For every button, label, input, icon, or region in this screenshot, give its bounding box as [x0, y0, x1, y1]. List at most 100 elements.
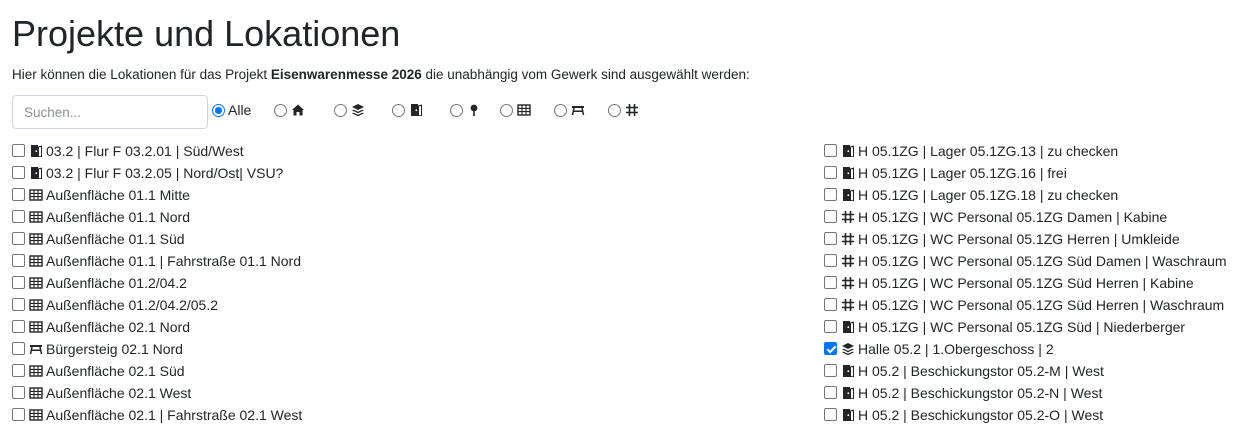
project-name: Eisenwarenmesse 2026 [270, 67, 422, 82]
location-label: H 05.1ZG | Lager 05.1ZG.18 | zu checken [858, 187, 1119, 203]
search-input[interactable] [12, 95, 208, 129]
house-icon [292, 104, 304, 116]
location-checkbox[interactable] [12, 386, 25, 399]
door-icon [843, 409, 854, 421]
intro-text-after: die unabhängig vom Gewerk sind ausgewähl… [421, 67, 750, 82]
location-label: H 05.2 | Beschickungstor 05.2-N | West [858, 385, 1103, 401]
filter-option-grid[interactable] [500, 101, 531, 119]
location-label: Außenfläche 01.1 Nord [46, 209, 190, 225]
intro-text: Hier können die Lokationen für das Proje… [12, 66, 750, 84]
location-checkbox[interactable] [12, 166, 25, 179]
filter-option-door[interactable] [392, 101, 423, 119]
location-checkbox[interactable] [12, 298, 25, 311]
filter-radio[interactable] [274, 103, 287, 117]
filter-label: Alle [228, 102, 252, 118]
grid-icon [29, 255, 43, 267]
location-label: Außenfläche 01.1 Mitte [46, 187, 190, 203]
filter-icon-wrap [351, 103, 365, 117]
filter-radio[interactable] [212, 103, 225, 117]
grid-icon [29, 409, 43, 421]
pin-icon [470, 104, 478, 116]
door-icon [31, 167, 42, 179]
location-checkbox[interactable] [12, 188, 25, 201]
location-checkbox[interactable] [824, 144, 837, 157]
location-label: Halle 05.2 | 1.Obergeschoss | 2 [858, 341, 1054, 357]
filter-icon-wrap [467, 103, 481, 117]
location-checkbox[interactable] [12, 254, 25, 267]
location-checkbox[interactable] [824, 254, 837, 267]
location-checkbox[interactable] [12, 320, 25, 333]
filter-option-hashtag[interactable] [608, 101, 639, 119]
grid-icon [29, 321, 43, 333]
location-checkbox[interactable] [12, 364, 25, 377]
location-label: Außenfläche 02.1 Nord [46, 319, 190, 335]
location-label: Außenfläche 01.2/04.2/05.2 [46, 297, 219, 313]
bench-icon [29, 345, 43, 355]
location-checkbox[interactable] [824, 298, 837, 311]
layers-icon [352, 104, 364, 117]
intro-text-before: Hier können die Lokationen für das Proje… [12, 67, 271, 82]
hashtag-icon [842, 299, 854, 311]
filter-option-house[interactable] [274, 101, 305, 119]
grid-icon [29, 299, 43, 311]
grid-icon [29, 233, 43, 245]
filter-radio[interactable] [450, 103, 463, 117]
filter-option-layers[interactable] [334, 101, 365, 119]
location-label: H 05.1ZG | Lager 05.1ZG.13 | zu checken [858, 143, 1119, 159]
location-checkbox[interactable] [824, 408, 837, 421]
grid-icon [29, 365, 43, 377]
location-label: H 05.2 | Beschickungstor 05.2-M | West [858, 363, 1104, 379]
grid-icon [517, 104, 531, 116]
location-checkbox[interactable] [12, 342, 25, 355]
hashtag-icon [626, 104, 638, 116]
location-checkbox[interactable] [12, 408, 25, 421]
hashtag-icon [842, 277, 854, 289]
location-label: H 05.1ZG | WC Personal 05.1ZG Damen | Ka… [858, 209, 1168, 225]
door-icon [843, 145, 854, 157]
location-checkbox[interactable] [12, 276, 25, 289]
filter-option-alle[interactable]: Alle [212, 101, 251, 119]
location-checkbox[interactable] [12, 144, 25, 157]
location-checkbox[interactable] [12, 210, 25, 223]
location-checkbox[interactable] [824, 386, 837, 399]
location-label: Außenfläche 01.1 Süd [46, 231, 185, 247]
location-label: Außenfläche 01.1 | Fahrstraße 01.1 Nord [46, 253, 301, 269]
location-checkbox[interactable] [12, 232, 25, 245]
page-title: Projekte und Lokationen [12, 13, 401, 54]
layers-icon [842, 343, 854, 356]
grid-icon [29, 211, 43, 223]
location-checkbox[interactable] [824, 364, 837, 377]
location-checkbox[interactable] [824, 342, 837, 355]
filter-radio[interactable] [554, 103, 567, 117]
location-checkbox[interactable] [824, 166, 837, 179]
filter-icon-wrap [625, 103, 639, 117]
location-checkbox[interactable] [824, 232, 837, 245]
location-checkbox[interactable] [824, 188, 837, 201]
location-label: H 05.2 | Beschickungstor 05.2-O | West [858, 407, 1104, 423]
filter-icon-wrap [517, 103, 531, 117]
door-icon [31, 145, 42, 157]
grid-icon [29, 189, 43, 201]
location-label: H 05.1ZG | WC Personal 05.1ZG Herren | U… [858, 231, 1180, 247]
filter-option-bench[interactable] [554, 101, 585, 119]
door-icon [843, 167, 854, 179]
location-checkbox[interactable] [824, 276, 837, 289]
location-checkbox[interactable] [824, 320, 837, 333]
filter-radio[interactable] [500, 103, 513, 117]
location-label: H 05.1ZG | WC Personal 05.1ZG Süd | Nied… [858, 319, 1186, 335]
hashtag-icon [842, 211, 854, 223]
filter-option-pin[interactable] [450, 101, 481, 119]
door-icon [411, 104, 422, 116]
location-label: Außenfläche 02.1 West [46, 385, 192, 401]
hashtag-icon [842, 233, 854, 245]
door-icon [843, 189, 854, 201]
location-checkbox[interactable] [824, 210, 837, 223]
hashtag-icon [842, 255, 854, 267]
filter-icon-wrap [291, 103, 305, 117]
door-icon [843, 387, 854, 399]
filter-radio[interactable] [392, 103, 405, 117]
filter-radio[interactable] [608, 103, 621, 117]
filter-radio[interactable] [334, 103, 347, 117]
door-icon [843, 321, 854, 333]
grid-icon [29, 277, 43, 289]
